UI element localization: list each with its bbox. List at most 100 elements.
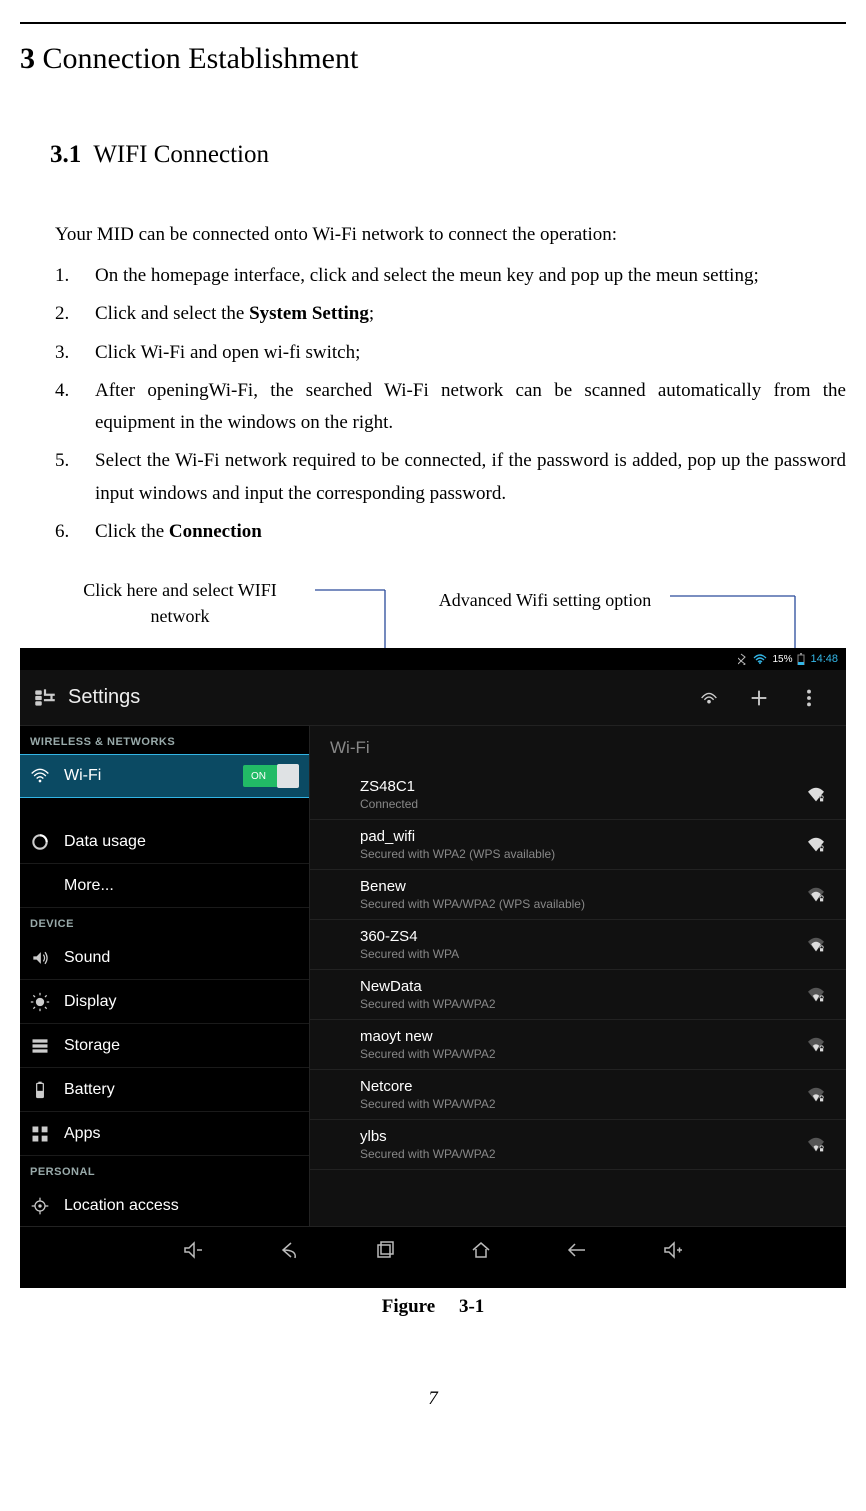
network-status: Secured with WPA/WPA2 [360,997,806,1011]
nav-back-button[interactable] [269,1235,309,1265]
step-item: 5. Select the Wi-Fi network required to … [55,445,846,510]
nav-volume-down-button[interactable] [173,1235,213,1265]
wifi-network-item[interactable]: pad_wifi Secured with WPA2 (WPS available… [310,820,846,870]
callout-row: Click here and select WIFI network Advan… [20,578,846,648]
switch-knob [277,764,299,788]
step-item: 6. Click the Connection [55,516,846,548]
network-name: pad_wifi [360,828,806,845]
category-personal: PERSONAL [20,1156,309,1184]
wifi-signal-icon [806,987,826,1003]
sidebar-item-wifi[interactable]: Wi-Fi ON [20,754,309,798]
wifi-network-item[interactable]: 360-ZS4 Secured with WPA [310,920,846,970]
data-usage-icon [30,832,50,852]
bluetooth-icon [738,653,748,665]
chapter-title: Connection Establishment [43,42,359,75]
nav-recent-button[interactable] [365,1235,405,1265]
step-item: 4. After openingWi-Fi, the searched Wi-F… [55,375,846,440]
network-status: Secured with WPA/WPA2 [360,1097,806,1111]
sidebar-item-storage[interactable]: Storage [20,1024,309,1068]
wifi-panel-title: Wi-Fi [310,726,846,770]
status-bar: 15% 14:48 [20,648,846,670]
wifi-signal-icon [806,837,826,853]
wifi-icon [30,766,50,786]
network-status: Secured with WPA/WPA2 [360,1147,806,1161]
add-network-button[interactable] [734,687,784,709]
steps-list: 1. On the homepage interface, click and … [55,260,846,548]
step-number: 1. [55,260,95,292]
section-number: 3.1 [50,141,81,168]
sound-icon [30,948,50,968]
sidebar-item-more[interactable]: More... [20,864,309,908]
sidebar-item-label: Location access [64,1197,299,1215]
wifi-signal-icon [806,887,826,903]
wifi-network-item[interactable]: BenewSecured with WPA/WPA2 (WPS availabl… [310,870,846,920]
sidebar-item-label: Wi-Fi [64,767,243,785]
storage-icon [30,1036,50,1056]
sidebar-item-sound[interactable]: Sound [20,936,309,980]
action-bar: Settings [20,670,846,726]
network-name: maoyt new [360,1028,806,1045]
step-number: 6. [55,516,95,548]
battery-icon [30,1080,50,1100]
category-wireless: WIRELESS & NETWORKS [20,726,309,754]
sidebar-item-data-usage[interactable]: Data usage [20,820,309,864]
step-item: 2. Click and select the System Setting; [55,298,846,330]
network-status: Secured with WPA/WPA2 [360,1047,806,1061]
step-text: Click and select the System Setting; [95,298,846,330]
display-icon [30,992,50,1012]
overflow-menu-button[interactable] [784,687,834,709]
network-name: Benew [360,878,806,895]
step-text: On the homepage interface, click and sel… [95,260,846,292]
step-number: 5. [55,445,95,510]
step-number: 2. [55,298,95,330]
section-heading: 3.1 WIFI Connection [50,141,846,169]
sidebar-item-label: Display [64,993,299,1011]
wifi-network-item[interactable]: ylbsSecured with WPA/WPA2 [310,1120,846,1170]
step-item: 3. Click Wi-Fi and open wi-fi switch; [55,337,846,369]
step-text: Click the Connection [95,516,846,548]
sidebar-item-location[interactable]: Location access [20,1184,309,1226]
action-bar-title: Settings [68,686,684,709]
network-name: ZS48C1 [360,778,806,795]
section-title: WIFI Connection [93,141,269,168]
step-text: Click Wi-Fi and open wi-fi switch; [95,337,846,369]
step-text: Select the Wi-Fi network required to be … [95,445,846,510]
network-name: Netcore [360,1078,806,1095]
sidebar-item-label: More... [64,877,299,895]
wifi-signal-icon [806,937,826,953]
apps-icon [30,1124,50,1144]
callout-wifi-select: Click here and select WIFI network [60,578,300,628]
nav-volume-up-button[interactable] [653,1235,693,1265]
wifi-network-item[interactable]: ZS48C1Connected [310,770,846,820]
wifi-toggle[interactable]: ON [243,765,299,787]
network-name: 360-ZS4 [360,928,806,945]
nav-home-button[interactable] [461,1235,501,1265]
wifi-network-list[interactable]: Wi-Fi ZS48C1Connected pad_wifi Secured wi… [310,726,846,1226]
nav-previous-button[interactable] [557,1235,597,1265]
wifi-icon [753,654,767,664]
sidebar-item-label: Sound [64,949,299,967]
clock-time: 14:48 [810,653,838,665]
figure-caption: Figure 3-1 [20,1296,846,1318]
wifi-signal-icon [806,787,826,803]
sidebar-item-label: Storage [64,1037,299,1055]
wifi-network-item[interactable]: maoyt new Secured with WPA/WPA2 [310,1020,846,1070]
settings-sidebar[interactable]: WIRELESS & NETWORKS Wi-Fi ON Data usage … [20,726,310,1226]
page-top-rule [20,22,846,24]
settings-screenshot: 15% 14:48 Settings WIRELESS & NETWORKS W… [20,648,846,1288]
network-status: Secured with WPA [360,947,806,961]
chapter-heading: 3 Connection Establishment [20,42,846,76]
sidebar-item-apps[interactable]: Apps [20,1112,309,1156]
wifi-network-item[interactable]: NewData Secured with WPA/WPA2 [310,970,846,1020]
step-number: 4. [55,375,95,440]
settings-icon [32,685,58,711]
sidebar-item-display[interactable]: Display [20,980,309,1024]
scan-button[interactable] [684,687,734,709]
network-name: NewData [360,978,806,995]
page-number: 7 [20,1388,846,1410]
sidebar-item-battery[interactable]: Battery [20,1068,309,1112]
wifi-network-item[interactable]: Netcore Secured with WPA/WPA2 [310,1070,846,1120]
network-status: Secured with WPA2 (WPS available) [360,847,806,861]
intro-paragraph: Your MID can be connected onto Wi-Fi net… [55,224,846,246]
callout-advanced-option: Advanced Wifi setting option [425,588,665,613]
